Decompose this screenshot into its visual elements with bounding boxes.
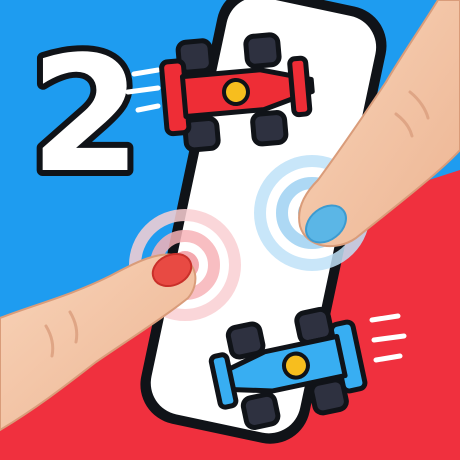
front-wing — [287, 55, 313, 118]
app-icon-artwork: 2 — [0, 0, 460, 460]
tire — [250, 110, 289, 147]
tire — [240, 391, 281, 430]
cockpit — [222, 78, 250, 106]
tire — [243, 32, 282, 69]
player-count-number: 2 — [30, 21, 141, 208]
app-icon: 2 — [0, 0, 460, 460]
